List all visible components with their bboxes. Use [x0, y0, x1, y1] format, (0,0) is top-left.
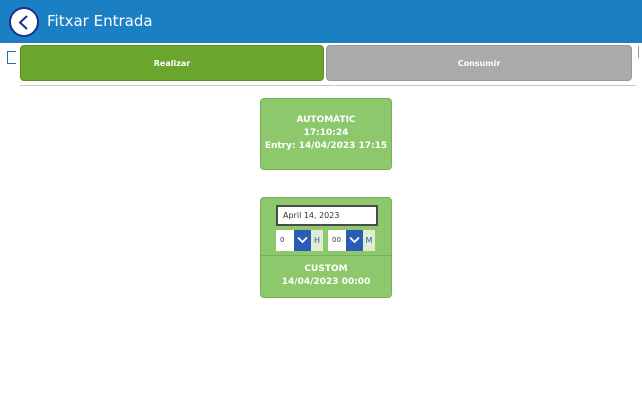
tab-consumir[interactable]: Consumir — [326, 45, 632, 81]
page-title: Fitxar Entrada — [47, 12, 153, 30]
app-header: Fitxar Entrada — [0, 0, 642, 43]
entry-datetime: Entry: 14/04/2023 17:15 — [264, 141, 388, 151]
automatic-entry-button[interactable]: AUTOMÀTIC 17:10:24 Entry: 14/04/2023 17:… — [260, 98, 392, 170]
separator — [20, 85, 636, 86]
hour-select[interactable]: 0 — [276, 230, 294, 251]
chevron-down-icon — [297, 236, 308, 244]
custom-entry-button[interactable]: CUSTOM 14/04/2023 00:00 — [261, 263, 391, 289]
custom-label: CUSTOM — [304, 264, 348, 274]
hour-dropdown-button[interactable] — [294, 230, 311, 251]
current-time: 17:10:24 — [303, 128, 349, 138]
checkbox[interactable] — [7, 51, 16, 64]
scrollbar-edge — [638, 46, 642, 58]
custom-datetime: 14/04/2023 00:00 — [281, 277, 371, 287]
custom-entry-card: April 14, 2023 0 H 00 M CUSTOM 14/04/202… — [260, 197, 392, 298]
chevron-down-icon — [349, 236, 360, 244]
automatic-label: AUTOMÀTIC — [296, 115, 356, 125]
chevron-left-icon — [18, 15, 28, 30]
minute-dropdown-button[interactable] — [346, 230, 363, 251]
divider — [261, 255, 391, 256]
back-button[interactable] — [9, 7, 39, 37]
minute-select[interactable]: 00 — [328, 230, 346, 251]
hour-unit-label: H — [311, 230, 323, 251]
time-selector: 0 H 00 M — [276, 230, 378, 251]
tab-realizar[interactable]: Realizar — [20, 45, 324, 81]
date-picker-input[interactable]: April 14, 2023 — [276, 205, 378, 226]
minute-unit-label: M — [363, 230, 375, 251]
